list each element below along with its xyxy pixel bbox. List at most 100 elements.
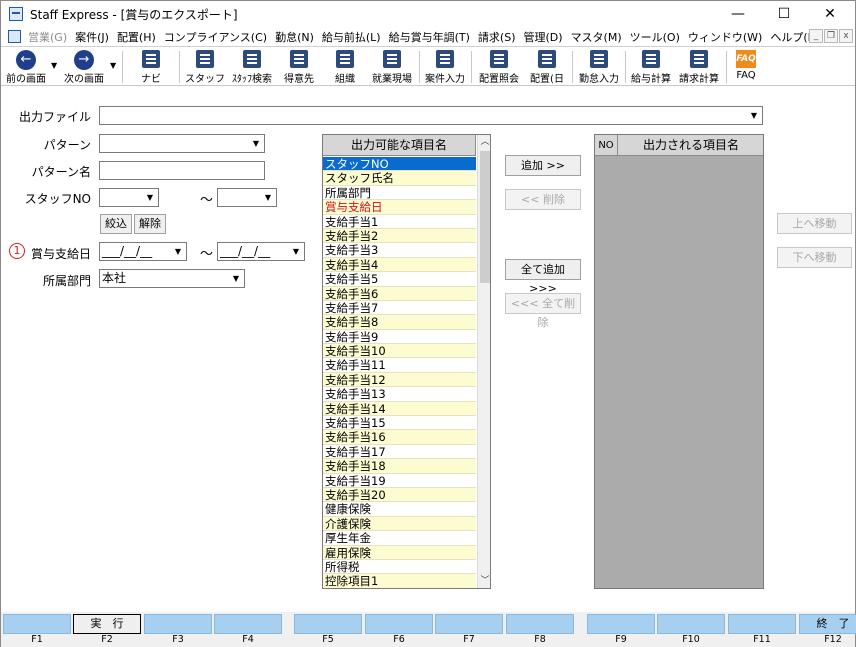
available-item[interactable]: 介護保険 bbox=[323, 516, 476, 532]
worksite-button[interactable]: 就業現場 bbox=[369, 48, 415, 86]
available-item[interactable]: 支給手当18 bbox=[323, 459, 476, 474]
menu-compliance[interactable]: コンプライアンス(C) bbox=[160, 29, 271, 45]
menu-master[interactable]: マスタ(M) bbox=[567, 29, 626, 45]
document-icon[interactable] bbox=[8, 30, 21, 43]
minimize-button[interactable]: — bbox=[715, 1, 761, 27]
organization-button[interactable]: 組織 bbox=[325, 48, 365, 86]
back-button[interactable]: ← 前の画面 bbox=[3, 48, 49, 86]
available-items-list[interactable]: 出力可能な項目名 スタッフNO スタッフ氏名 所属部門 賞与支給日 支給手当1 支給手当2… bbox=[322, 134, 491, 589]
narrow-button[interactable]: 絞込 bbox=[100, 214, 132, 234]
pattern-name-field[interactable] bbox=[99, 161, 265, 180]
case-input-button[interactable]: 案件入力 bbox=[422, 48, 468, 86]
available-item[interactable]: 支給手当9 bbox=[323, 329, 476, 345]
fkey-f9-button[interactable] bbox=[587, 614, 655, 634]
available-item[interactable]: 支給手当5 bbox=[323, 272, 476, 287]
mdi-restore-button[interactable]: ❐ bbox=[824, 29, 838, 43]
fkey-f7-button[interactable] bbox=[435, 614, 503, 634]
available-item[interactable]: 支給手当10 bbox=[323, 344, 476, 359]
department-combo[interactable]: 本社 ▼ bbox=[99, 269, 245, 288]
available-item[interactable]: スタッフNO bbox=[323, 157, 476, 172]
available-item[interactable]: 支給手当12 bbox=[323, 372, 476, 388]
bonus-date-to-field[interactable]: ___/__/__ ▼ bbox=[217, 242, 305, 261]
assign-inquiry-button[interactable]: 配置照会 bbox=[475, 48, 523, 86]
back-history-dropdown[interactable]: ▼ bbox=[51, 61, 57, 70]
available-item[interactable]: 支給手当16 bbox=[323, 430, 476, 445]
available-item[interactable]: 健康保険 bbox=[323, 502, 476, 517]
menu-anken[interactable]: 案件(J) bbox=[71, 29, 113, 45]
staff-search-button[interactable]: ｽﾀｯﾌ検索 bbox=[227, 48, 277, 86]
mdi-minimize-button[interactable]: _ bbox=[809, 29, 823, 43]
move-up-button[interactable]: 上へ移動 bbox=[777, 213, 852, 234]
pattern-combo[interactable]: ▼ bbox=[99, 134, 265, 153]
menu-kintai[interactable]: 勤怠(N) bbox=[271, 29, 318, 45]
menu-haichi[interactable]: 配置(H) bbox=[113, 29, 160, 45]
menu-kyuyo-shoyo[interactable]: 給与賞与年調(T) bbox=[385, 29, 474, 45]
close-button[interactable]: ✕ bbox=[807, 1, 853, 27]
fkey-f3-button[interactable] bbox=[144, 614, 212, 634]
bonus-date-from-field[interactable]: ___/__/__ ▼ bbox=[99, 242, 187, 261]
billing-calc-button[interactable]: 請求計算 bbox=[676, 48, 722, 86]
available-item[interactable]: 支給手当11 bbox=[323, 358, 476, 373]
staff-no-from-combo[interactable]: ▼ bbox=[99, 188, 159, 207]
move-down-button[interactable]: 下へ移動 bbox=[777, 247, 852, 268]
output-items-list[interactable]: NO 出力される項目名 bbox=[594, 134, 764, 589]
menu-kyuyo-maebarai[interactable]: 給与前払(L) bbox=[318, 29, 385, 45]
available-item[interactable]: 支給手当6 bbox=[323, 286, 476, 301]
fkey-f5-button[interactable] bbox=[294, 614, 362, 634]
add-button[interactable]: 追加 >> bbox=[505, 155, 581, 176]
fkey-f1-button[interactable] bbox=[3, 614, 71, 634]
add-all-button[interactable]: 全て追加 >>> bbox=[505, 259, 581, 295]
available-items-scrollbar[interactable]: ︿ ﹀ bbox=[477, 135, 490, 588]
fkey-f12-button[interactable]: 終 了 bbox=[799, 614, 856, 634]
available-item[interactable]: 支給手当7 bbox=[323, 300, 476, 316]
remove-all-button[interactable]: <<< 全て削除 bbox=[505, 293, 581, 329]
maximize-button[interactable]: ☐ bbox=[761, 1, 807, 27]
staff-no-to-combo[interactable]: ▼ bbox=[217, 188, 277, 207]
scroll-up-icon[interactable]: ︿ bbox=[478, 135, 490, 149]
available-item[interactable]: 賞与支給日 bbox=[323, 200, 476, 215]
menu-seikyu[interactable]: 請求(S) bbox=[474, 29, 520, 45]
fkey-f2-button[interactable]: 実 行 bbox=[73, 614, 141, 634]
available-item[interactable]: 支給手当4 bbox=[323, 257, 476, 273]
available-item[interactable]: 支給手当19 bbox=[323, 473, 476, 488]
fkey-f11-button[interactable] bbox=[728, 614, 796, 634]
fkey-f6-button[interactable] bbox=[365, 614, 433, 634]
available-item[interactable]: 支給手当8 bbox=[323, 315, 476, 330]
forward-button[interactable]: → 次の画面 bbox=[61, 48, 107, 86]
staff-button[interactable]: スタッフ bbox=[185, 48, 225, 86]
client-button[interactable]: 得意先 bbox=[279, 48, 319, 86]
available-item[interactable]: 支給手当2 bbox=[323, 228, 476, 244]
available-item[interactable]: スタッフ氏名 bbox=[323, 171, 476, 186]
available-item[interactable]: 支給手当3 bbox=[323, 243, 476, 258]
assign-day-button[interactable]: 配置(日 bbox=[525, 48, 569, 86]
menu-tool[interactable]: ツール(O) bbox=[626, 29, 684, 45]
available-item[interactable]: 控除項目1 bbox=[323, 574, 476, 588]
faq-button[interactable]: FAQ FAQ bbox=[729, 48, 763, 86]
menu-eigyo[interactable]: 営業(G) bbox=[24, 29, 71, 45]
available-item[interactable]: 所属部門 bbox=[323, 185, 476, 201]
available-item[interactable]: 支給手当1 bbox=[323, 214, 476, 229]
available-item[interactable]: 支給手当13 bbox=[323, 387, 476, 402]
fkey-f8-button[interactable] bbox=[506, 614, 574, 634]
payroll-calc-button[interactable]: 給与計算 bbox=[628, 48, 674, 86]
output-file-combo[interactable]: ▼ bbox=[99, 106, 763, 125]
available-item[interactable]: 雇用保険 bbox=[323, 545, 476, 560]
fkey-f10-button[interactable] bbox=[657, 614, 725, 634]
attendance-input-button[interactable]: 勤怠入力 bbox=[575, 48, 623, 86]
available-item[interactable]: 支給手当14 bbox=[323, 401, 476, 417]
available-item[interactable]: 所得税 bbox=[323, 559, 476, 575]
mdi-close-button[interactable]: x bbox=[839, 29, 853, 43]
scroll-thumb[interactable] bbox=[480, 151, 490, 283]
available-item[interactable]: 支給手当15 bbox=[323, 416, 476, 431]
clear-button[interactable]: 解除 bbox=[134, 214, 166, 234]
fkey-f4-button[interactable] bbox=[214, 614, 282, 634]
available-item[interactable]: 厚生年金 bbox=[323, 531, 476, 546]
remove-button[interactable]: << 削除 bbox=[505, 189, 581, 210]
navi-button[interactable]: ナビ bbox=[129, 48, 173, 86]
forward-history-dropdown[interactable]: ▼ bbox=[110, 61, 116, 70]
available-item[interactable]: 支給手当17 bbox=[323, 444, 476, 460]
available-item[interactable]: 支給手当20 bbox=[323, 487, 476, 503]
menu-kanri[interactable]: 管理(D) bbox=[520, 29, 567, 45]
scroll-down-icon[interactable]: ﹀ bbox=[478, 574, 490, 588]
menu-window[interactable]: ウィンドウ(W) bbox=[684, 29, 766, 45]
